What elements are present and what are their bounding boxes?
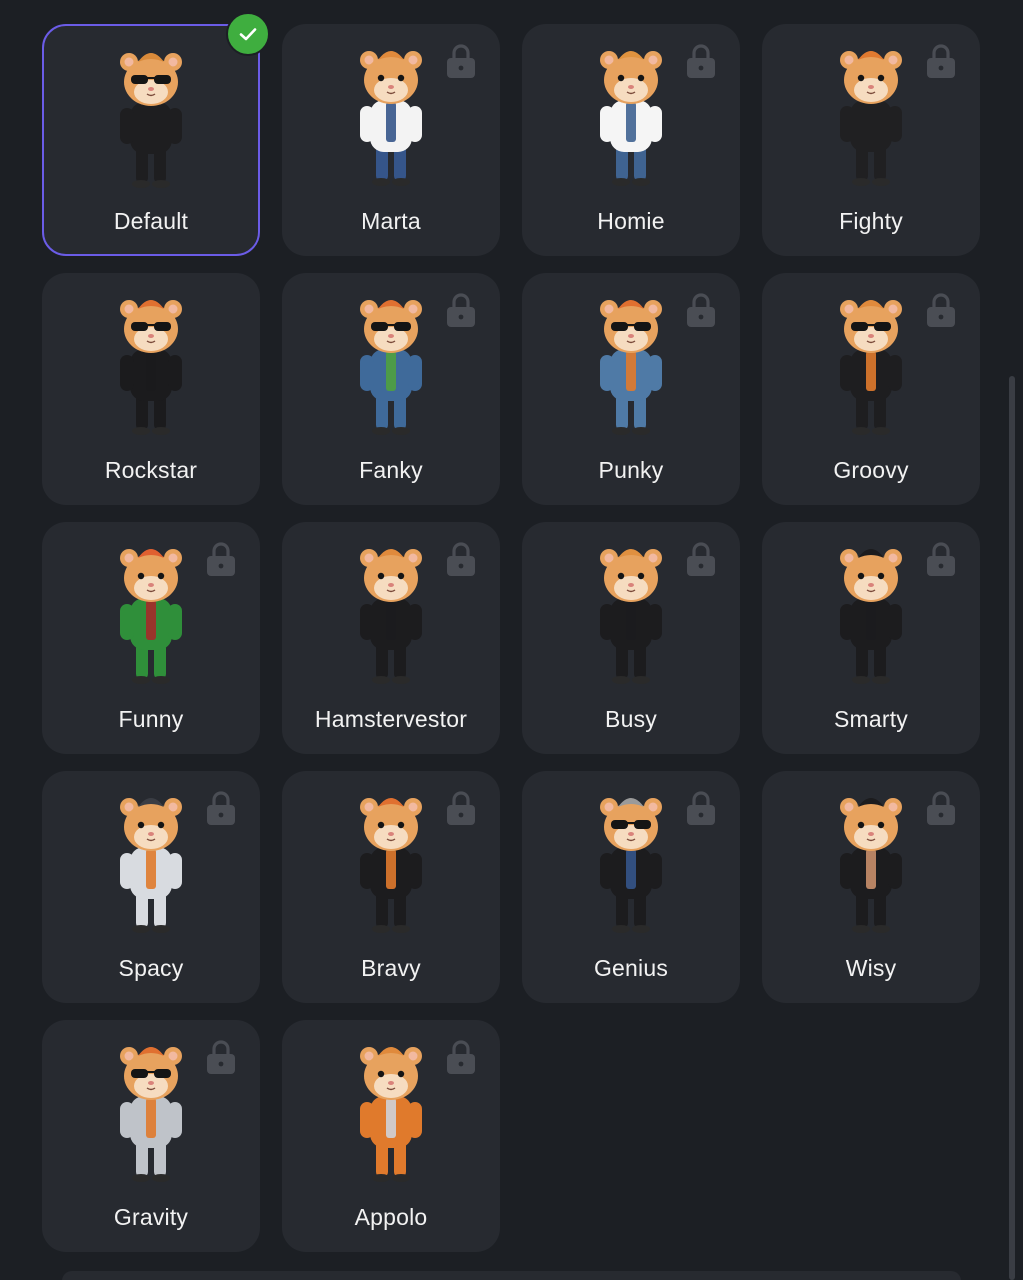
hamster-character-icon	[120, 300, 182, 435]
skin-selection-screen: { "skins": [ {"name": "Default", "select…	[0, 0, 1023, 1280]
lock-icon	[207, 1040, 235, 1074]
skin-name-label: Punky	[598, 457, 664, 483]
lock-icon	[447, 293, 475, 327]
hamster-character-icon	[360, 51, 422, 186]
hamster-character-icon	[120, 53, 182, 188]
lock-icon	[447, 542, 475, 576]
hamster-character-icon	[600, 798, 662, 933]
skin-name-label: Wisy	[845, 955, 897, 981]
skin-card-marta[interactable]: Marta	[282, 24, 500, 256]
hamster-character-icon	[840, 51, 902, 186]
skin-grid: Default Marta Homie Fighty Rockstar Fanky Punk…	[42, 12, 980, 1252]
hamster-character-icon	[840, 798, 902, 933]
skin-card-gravity[interactable]: Gravity	[42, 1020, 260, 1252]
hamster-character-icon	[120, 798, 182, 933]
hamster-character-icon	[840, 300, 902, 435]
skin-card-bravy[interactable]: Bravy	[282, 771, 500, 1003]
skin-card-busy[interactable]: Busy	[522, 522, 740, 754]
lock-icon	[687, 44, 715, 78]
checkmark-icon	[239, 28, 257, 41]
scrollbar[interactable]	[1009, 376, 1015, 1280]
hamster-character-icon	[600, 51, 662, 186]
lock-icon	[927, 44, 955, 78]
selected-check-badge	[226, 12, 270, 56]
skin-card-hamstervestor[interactable]: Hamstervestor	[282, 522, 500, 754]
bottom-panel-edge	[62, 1271, 961, 1280]
skin-name-label: Rockstar	[104, 457, 198, 483]
skin-card-groovy[interactable]: Groovy	[762, 273, 980, 505]
skin-name-label: Gravity	[113, 1204, 189, 1230]
skin-card-fighty[interactable]: Fighty	[762, 24, 980, 256]
hamster-character-icon	[600, 549, 662, 684]
skin-name-label: Hamstervestor	[314, 706, 468, 732]
skin-card-appolo[interactable]: Appolo	[282, 1020, 500, 1252]
skin-card-smarty[interactable]: Smarty	[762, 522, 980, 754]
hamster-character-icon	[360, 549, 422, 684]
hamster-character-icon	[120, 1047, 182, 1182]
hamster-character-icon	[840, 549, 902, 684]
lock-icon	[447, 44, 475, 78]
skin-card-rockstar[interactable]: Rockstar	[42, 273, 260, 505]
skin-name-label: Busy	[605, 706, 657, 732]
skin-card-punky[interactable]: Punky	[522, 273, 740, 505]
hamster-character-icon	[120, 549, 182, 684]
lock-icon	[927, 791, 955, 825]
hamster-character-icon	[360, 1047, 422, 1182]
skin-name-label: Bravy	[361, 955, 421, 981]
skin-name-label: Appolo	[354, 1204, 428, 1230]
lock-icon	[447, 791, 475, 825]
skin-name-label: Genius	[593, 955, 669, 981]
hamster-character-icon	[360, 798, 422, 933]
skin-name-label: Fanky	[359, 457, 423, 483]
skin-name-label: Marta	[361, 208, 421, 234]
skin-name-label: Default	[113, 208, 189, 234]
lock-icon	[687, 791, 715, 825]
lock-icon	[927, 542, 955, 576]
skin-card-wisy[interactable]: Wisy	[762, 771, 980, 1003]
skin-name-label: Homie	[597, 208, 665, 234]
skin-name-label: Spacy	[118, 955, 184, 981]
lock-icon	[207, 542, 235, 576]
hamster-character-icon	[360, 300, 422, 435]
skin-card-fanky[interactable]: Fanky	[282, 273, 500, 505]
lock-icon	[927, 293, 955, 327]
skin-name-label: Smarty	[833, 706, 909, 732]
skin-card-genius[interactable]: Genius	[522, 771, 740, 1003]
skin-card-default[interactable]: Default	[42, 12, 270, 256]
hamster-character-icon	[600, 300, 662, 435]
skin-card-homie[interactable]: Homie	[522, 24, 740, 256]
lock-icon	[687, 542, 715, 576]
skin-name-label: Funny	[118, 706, 184, 732]
skin-card-funny[interactable]: Funny	[42, 522, 260, 754]
lock-icon	[447, 1040, 475, 1074]
skin-name-label: Fighty	[839, 208, 903, 234]
skin-card-spacy[interactable]: Spacy	[42, 771, 260, 1003]
lock-icon	[207, 791, 235, 825]
skin-name-label: Groovy	[833, 457, 909, 483]
lock-icon	[687, 293, 715, 327]
